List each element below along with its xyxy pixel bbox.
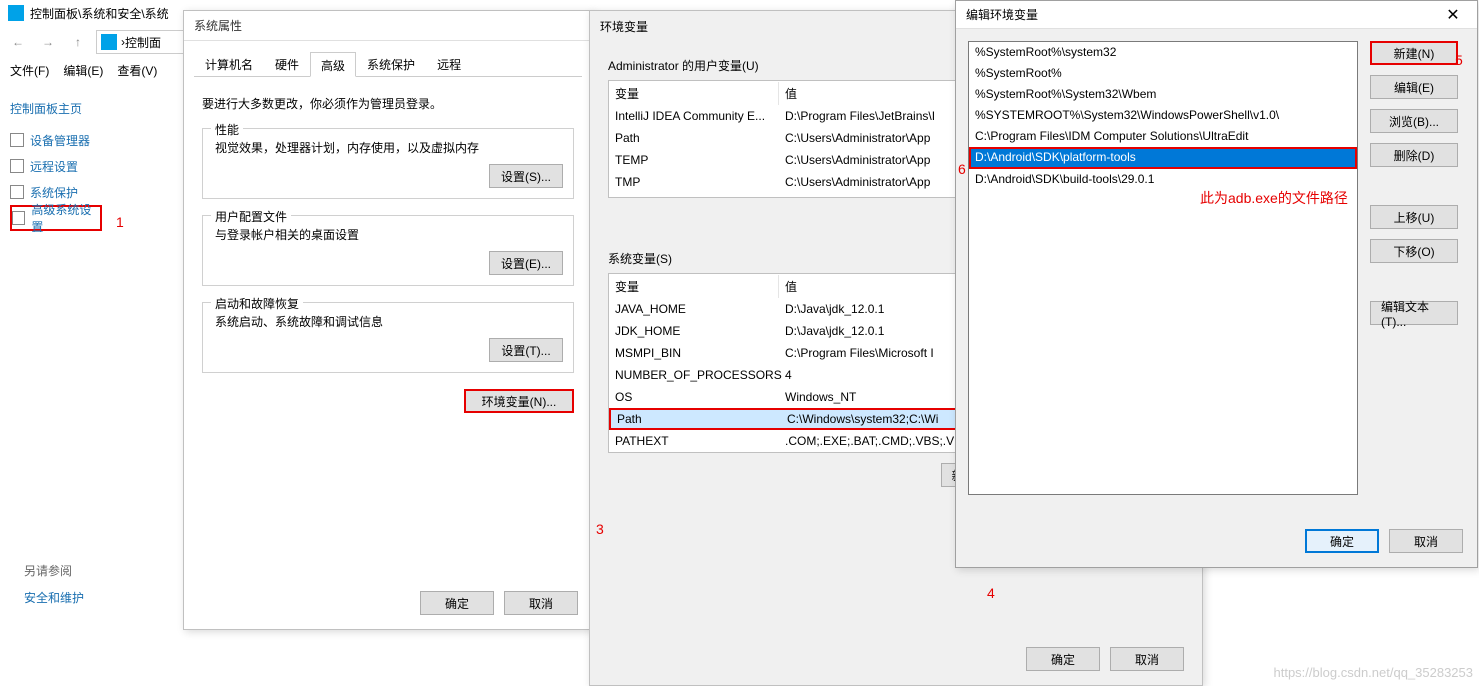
edit-env-var-buttons: 新建(N) 编辑(E) 浏览(B)... 删除(D) 上移(U) 下移(O) 编… xyxy=(1370,41,1458,495)
ok-button[interactable]: 确定 xyxy=(1026,647,1100,671)
sidebar-item-device-manager[interactable]: 设备管理器 xyxy=(10,127,170,153)
cell-variable: Path xyxy=(611,409,781,429)
path-entry[interactable]: D:\Android\SDK\build-tools\29.0.1 xyxy=(969,169,1357,190)
cell-variable: JAVA_HOME xyxy=(609,299,779,319)
path-entry[interactable]: %SystemRoot%\system32 xyxy=(969,42,1357,63)
cancel-button[interactable]: 取消 xyxy=(1389,529,1463,553)
env-vars-footer: 确定 取消 xyxy=(1026,647,1184,671)
edit-text-button[interactable]: 编辑文本(T)... xyxy=(1370,301,1458,325)
group-performance: 性能 视觉效果，处理器计划，内存使用，以及虚拟内存 设置(S)... xyxy=(202,128,574,199)
browse-button[interactable]: 浏览(B)... xyxy=(1370,109,1458,133)
admin-note: 要进行大多数更改，你必须作为管理员登录。 xyxy=(202,95,574,112)
watermark: https://blog.csdn.net/qq_35283253 xyxy=(1274,665,1474,680)
doc-icon xyxy=(10,159,24,173)
tab-remote[interactable]: 远程 xyxy=(426,51,472,76)
doc-icon xyxy=(12,211,25,225)
annotation-4: 4 xyxy=(987,585,995,601)
edit-env-var-title: 编辑环境变量 xyxy=(966,6,1038,23)
col-variable: 变量 xyxy=(609,275,779,298)
cell-variable: TEMP xyxy=(609,150,779,170)
annotation-1: 1 xyxy=(116,214,124,230)
control-panel-sidebar: 控制面板主页 设备管理器 远程设置 系统保护 高级系统设置 xyxy=(10,100,170,231)
path-entries-list[interactable]: %SystemRoot%\system32%SystemRoot%%System… xyxy=(968,41,1358,495)
system-properties-dialog: 系统属性 计算机名 硬件 高级 系统保护 远程 要进行大多数更改，你必须作为管理… xyxy=(183,10,593,630)
move-up-button[interactable]: 上移(U) xyxy=(1370,205,1458,229)
annotation-3: 3 xyxy=(596,521,604,537)
sidebar-item-label: 系统保护 xyxy=(30,184,78,201)
system-properties-body: 要进行大多数更改，你必须作为管理员登录。 性能 视觉效果，处理器计划，内存使用，… xyxy=(184,77,592,425)
path-entry[interactable]: %SystemRoot%\System32\Wbem xyxy=(969,84,1357,105)
edit-env-var-body: %SystemRoot%\system32%SystemRoot%%System… xyxy=(956,29,1477,507)
cell-variable: JDK_HOME xyxy=(609,321,779,341)
group-legend: 性能 xyxy=(211,121,243,138)
see-also-link[interactable]: 安全和维护 xyxy=(24,589,84,606)
edit-env-var-titlebar: 编辑环境变量 ✕ xyxy=(956,1,1477,29)
new-entry-button[interactable]: 新建(N) xyxy=(1370,41,1458,65)
back-icon[interactable]: ← xyxy=(6,30,30,54)
system-properties-tabs: 计算机名 硬件 高级 系统保护 远程 xyxy=(194,51,582,77)
sidebar-item-label: 高级系统设置 xyxy=(31,201,100,235)
annotation-note: 此为adb.exe的文件路径 xyxy=(1200,188,1348,208)
cell-variable: IntelliJ IDEA Community E... xyxy=(609,106,779,126)
tab-system-protect[interactable]: 系统保护 xyxy=(356,51,426,76)
settings-t-button[interactable]: 设置(T)... xyxy=(489,338,563,362)
tab-advanced[interactable]: 高级 xyxy=(310,52,356,77)
up-icon[interactable]: ↑ xyxy=(66,30,90,54)
forward-icon[interactable]: → xyxy=(36,30,60,54)
see-also-head: 另请参阅 xyxy=(24,562,84,579)
cell-variable: PATHEXT xyxy=(609,431,779,451)
ok-button[interactable]: 确定 xyxy=(1305,529,1379,553)
sidebar-item-label: 远程设置 xyxy=(30,158,78,175)
group-text: 与登录帐户相关的桌面设置 xyxy=(215,226,561,243)
sidebar-item-advanced-system[interactable]: 高级系统设置 xyxy=(10,205,102,231)
annotation-6: 6 xyxy=(958,161,966,177)
annotation-5: 5 xyxy=(1455,52,1463,68)
sidebar-item-remote[interactable]: 远程设置 xyxy=(10,153,170,179)
group-text: 系统启动、系统故障和调试信息 xyxy=(215,313,561,330)
cell-variable: OS xyxy=(609,387,779,407)
col-variable: 变量 xyxy=(609,82,779,105)
cancel-button[interactable]: 取消 xyxy=(504,591,578,615)
group-text: 视觉效果，处理器计划，内存使用，以及虚拟内存 xyxy=(215,139,561,156)
control-panel-icon xyxy=(8,5,24,21)
edit-env-var-dialog: 编辑环境变量 ✕ %SystemRoot%\system32%SystemRoo… xyxy=(955,0,1478,568)
cell-variable: MSMPI_BIN xyxy=(609,343,779,363)
location-text: 控制面 xyxy=(125,34,161,51)
edit-env-var-footer: 确定 取消 xyxy=(1305,529,1463,553)
see-also: 另请参阅 安全和维护 xyxy=(24,562,84,606)
location-icon xyxy=(101,34,117,50)
path-entry[interactable]: D:\Android\SDK\platform-tools xyxy=(969,147,1357,169)
tab-hardware[interactable]: 硬件 xyxy=(264,51,310,76)
system-properties-footer: 确定 取消 xyxy=(420,591,578,615)
settings-s-button[interactable]: 设置(S)... xyxy=(489,164,563,188)
path-entry[interactable]: %SYSTEMROOT%\System32\WindowsPowerShell\… xyxy=(969,105,1357,126)
cell-variable: Path xyxy=(609,128,779,148)
doc-icon xyxy=(10,185,24,199)
move-down-button[interactable]: 下移(O) xyxy=(1370,239,1458,263)
environment-variables-button[interactable]: 环境变量(N)... xyxy=(464,389,574,413)
menu-file[interactable]: 文件(F) xyxy=(10,62,49,79)
delete-entry-button[interactable]: 删除(D) xyxy=(1370,143,1458,167)
explorer-title-text: 控制面板\系统和安全\系统 xyxy=(30,5,169,22)
group-user-profile: 用户配置文件 与登录帐户相关的桌面设置 设置(E)... xyxy=(202,215,574,286)
ok-button[interactable]: 确定 xyxy=(420,591,494,615)
group-legend: 用户配置文件 xyxy=(211,208,291,225)
cell-variable: TMP xyxy=(609,172,779,192)
menu-view[interactable]: 查看(V) xyxy=(117,62,157,79)
edit-entry-button[interactable]: 编辑(E) xyxy=(1370,75,1458,99)
doc-icon xyxy=(10,133,24,147)
path-entry[interactable]: %SystemRoot% xyxy=(969,63,1357,84)
group-startup: 启动和故障恢复 系统启动、系统故障和调试信息 设置(T)... xyxy=(202,302,574,373)
group-legend: 启动和故障恢复 xyxy=(211,295,303,312)
menu-edit[interactable]: 编辑(E) xyxy=(63,62,103,79)
path-entry[interactable]: C:\Program Files\IDM Computer Solutions\… xyxy=(969,126,1357,147)
cancel-button[interactable]: 取消 xyxy=(1110,647,1184,671)
system-properties-title: 系统属性 xyxy=(184,11,592,41)
sidebar-item-label: 设备管理器 xyxy=(30,132,90,149)
settings-e-button[interactable]: 设置(E)... xyxy=(489,251,563,275)
tab-computer-name[interactable]: 计算机名 xyxy=(194,51,264,76)
close-icon[interactable]: ✕ xyxy=(1435,3,1471,27)
sidebar-head[interactable]: 控制面板主页 xyxy=(10,100,170,117)
cell-variable: NUMBER_OF_PROCESSORS xyxy=(609,365,779,385)
